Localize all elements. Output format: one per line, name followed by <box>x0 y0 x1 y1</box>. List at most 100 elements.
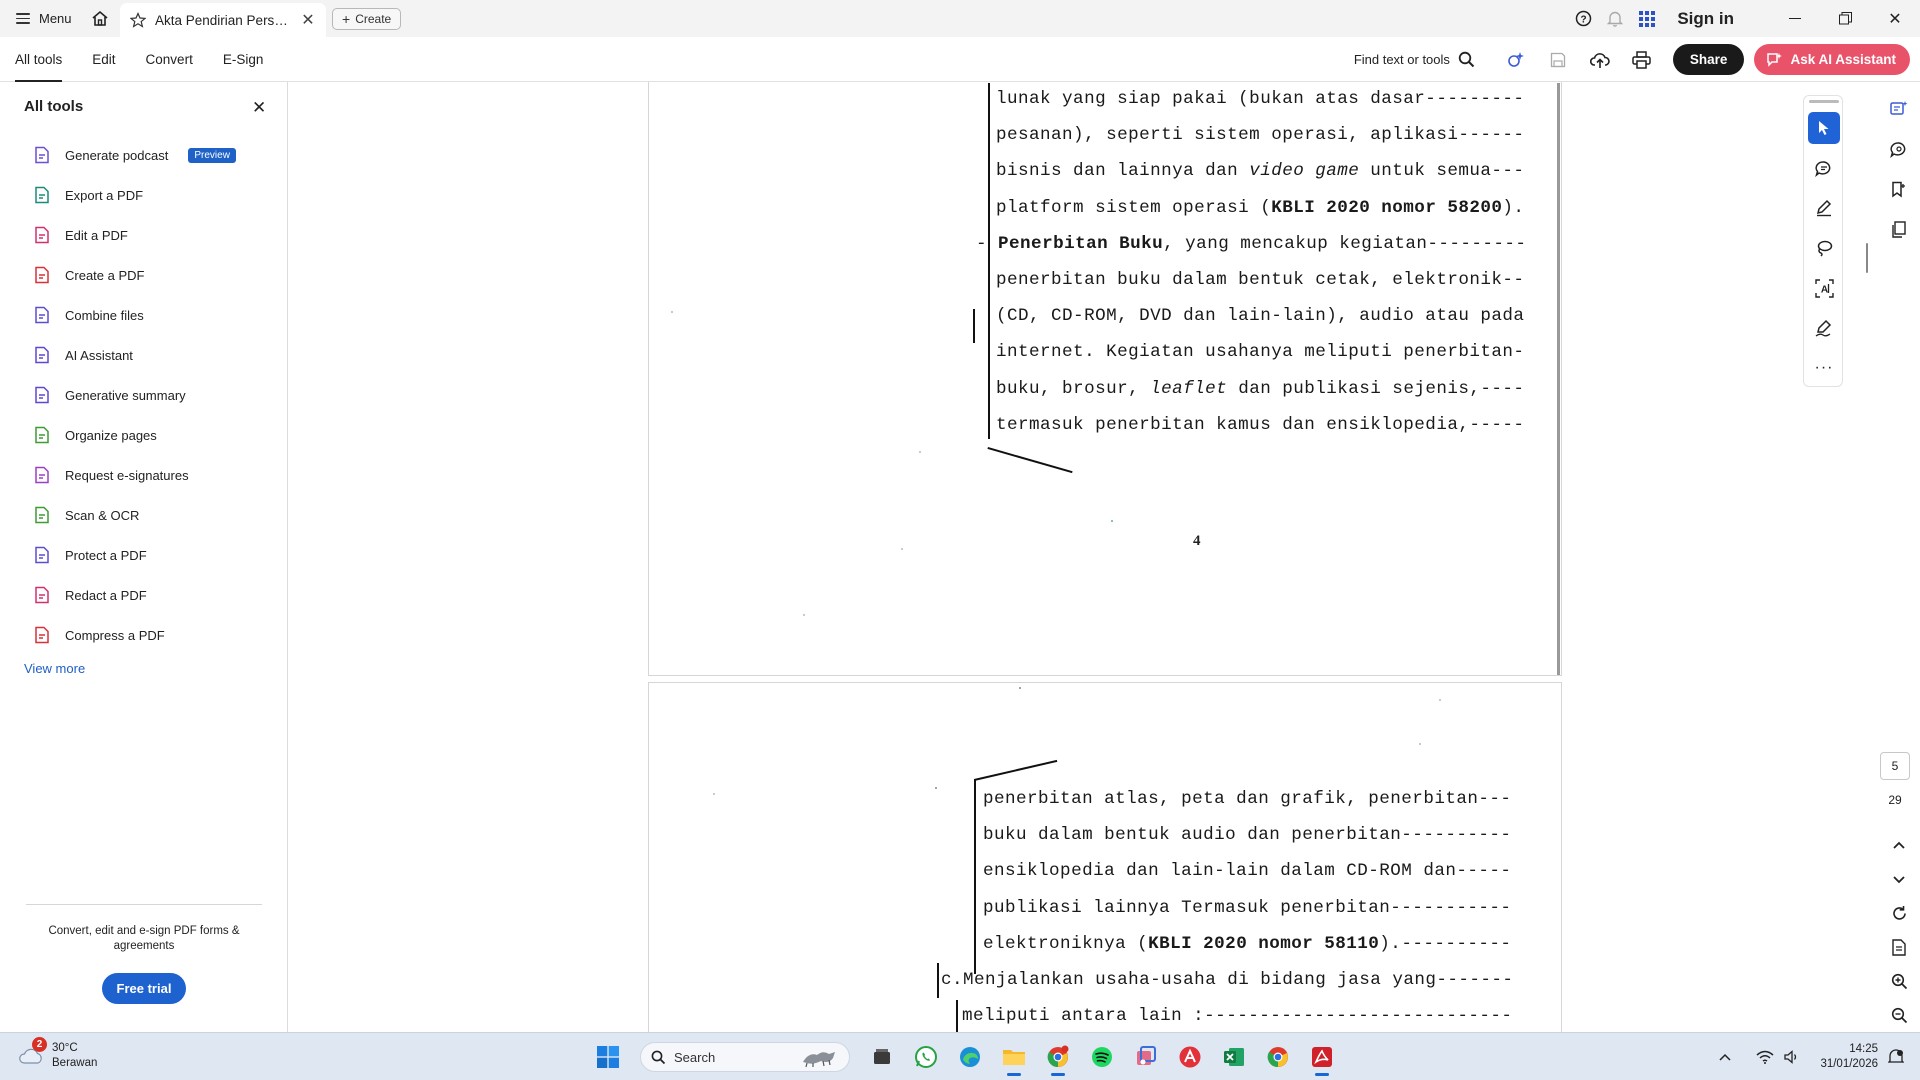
text-recognition-button[interactable]: A <box>1808 272 1840 304</box>
tool-item-export-pdf[interactable]: Export a PDF <box>0 175 288 215</box>
speaker-icon[interactable] <box>1784 1050 1800 1064</box>
chevron-up-icon[interactable] <box>1718 1053 1732 1062</box>
draw-tool-button[interactable] <box>1808 232 1840 264</box>
taskbar-excel[interactable] <box>1216 1037 1252 1077</box>
ai-tools-button[interactable] <box>1495 37 1537 82</box>
ai-chat-icon <box>1890 101 1908 115</box>
zoom-out-icon <box>1891 1007 1907 1023</box>
notification-center-icon[interactable] <box>1888 1049 1904 1065</box>
scan-ocr-icon <box>35 506 49 524</box>
scrollbar-thumb[interactable] <box>1866 243 1868 273</box>
sign-in-link[interactable]: Sign in <box>1677 9 1734 29</box>
tool-item-edit-pdf[interactable]: Edit a PDF <box>0 215 288 255</box>
taskbar-chrome[interactable] <box>1040 1037 1076 1077</box>
taskbar-snipping-tool[interactable] <box>1128 1037 1164 1077</box>
scan-margin-tick <box>937 963 939 998</box>
page-fit-button[interactable] <box>1886 934 1912 960</box>
current-page-input[interactable]: 5 <box>1880 752 1910 780</box>
more-tools-button[interactable]: ··· <box>1808 352 1840 384</box>
taskbar-search[interactable]: Search <box>640 1042 850 1072</box>
home-button[interactable] <box>80 0 120 37</box>
create-button[interactable]: + Create <box>332 8 402 30</box>
tool-item-podcast[interactable]: Generate podcast Preview <box>0 135 288 175</box>
save-button[interactable] <box>1537 37 1579 82</box>
print-icon <box>1632 50 1652 69</box>
rotate-button[interactable] <box>1886 900 1912 926</box>
taskbar-spotify[interactable] <box>1084 1037 1120 1077</box>
free-trial-button[interactable]: Free trial <box>102 973 186 1004</box>
tool-item-summary[interactable]: Generative summary <box>0 375 288 415</box>
upload-cloud-button[interactable] <box>1579 37 1621 82</box>
notifications-button[interactable] <box>1599 0 1631 37</box>
tool-item-compress-pdf[interactable]: Compress a PDF <box>0 615 288 655</box>
pages-panel-button[interactable] <box>1886 216 1912 242</box>
tool-item-ai-assistant[interactable]: AI Assistant <box>0 335 288 375</box>
weather-widget[interactable]: 2 30°C Berawan <box>18 1037 98 1071</box>
ai-button-label: Ask AI Assistant <box>1790 52 1896 67</box>
tab-convert[interactable]: Convert <box>131 37 208 82</box>
bookmarks-panel-button[interactable] <box>1886 176 1912 202</box>
tool-item-redact-pdf[interactable]: Redact a PDF <box>0 575 288 615</box>
tool-item-protect-pdf[interactable]: Protect a PDF <box>0 535 288 575</box>
star-icon[interactable] <box>130 12 146 28</box>
document-viewer[interactable]: lunak yang siap pakai (bukan atas dasar-… <box>289 82 1804 1032</box>
add-comment-button[interactable] <box>1808 152 1840 184</box>
weather-description: Berawan <box>52 1057 98 1069</box>
tool-item-organize-pages[interactable]: Organize pages <box>0 415 288 455</box>
tab-e-sign[interactable]: E-Sign <box>208 37 279 82</box>
taskbar-file-viewer[interactable] <box>864 1037 900 1077</box>
scan-dust <box>713 793 715 795</box>
document-text-line: (CD, CD-ROM, DVD dan lain-lain), audio a… <box>996 306 1525 327</box>
print-button[interactable] <box>1621 37 1663 82</box>
ai-chat-panel-button[interactable] <box>1886 96 1912 122</box>
tools-list: Generate podcast Preview Export a PDF Edit … <box>0 135 288 655</box>
restore-button[interactable] <box>1820 0 1870 37</box>
page-up-button[interactable] <box>1886 832 1912 858</box>
tool-item-create-pdf[interactable]: Create a PDF <box>0 255 288 295</box>
wifi-icon[interactable] <box>1756 1050 1774 1064</box>
compress-pdf-icon <box>35 626 49 644</box>
share-button[interactable]: Share <box>1672 44 1745 75</box>
view-more-link[interactable]: View more <box>24 661 85 676</box>
highlight-tool-button[interactable] <box>1808 192 1840 224</box>
document-text-line: termasuk penerbitan kamus dan ensikloped… <box>996 414 1525 435</box>
taskbar-edge[interactable] <box>952 1037 988 1077</box>
taskbar-whatsapp[interactable] <box>908 1037 944 1077</box>
esign-icon <box>35 466 49 484</box>
folder-icon <box>1003 1050 1025 1065</box>
tool-item-scan-ocr[interactable]: Scan & OCR <box>0 495 288 535</box>
comments-panel-button[interactable] <box>1886 136 1912 162</box>
close-window-button[interactable]: ✕ <box>1870 0 1920 37</box>
close-panel-icon[interactable]: ✕ <box>252 98 266 118</box>
select-tool-button[interactable] <box>1808 112 1840 144</box>
find-text-button[interactable]: Find text or tools <box>1354 51 1475 68</box>
taskbar-acrobat-reader[interactable] <box>1304 1037 1340 1077</box>
tool-item-esign[interactable]: Request e-signatures <box>0 455 288 495</box>
quickbar-handle[interactable] <box>1809 100 1839 103</box>
taskbar-file-explorer[interactable] <box>996 1037 1032 1077</box>
combine-files-icon <box>35 306 49 324</box>
document-tab[interactable]: Akta Pendirian Perseroa... ✕ <box>120 3 326 37</box>
cursor-arrow-icon <box>1819 121 1829 135</box>
apps-button[interactable] <box>1631 0 1663 37</box>
tab-all-tools[interactable]: All tools <box>0 37 77 82</box>
tool-item-label: Compress a PDF <box>65 627 165 643</box>
system-clock[interactable]: 14:25 31/01/2026 <box>1820 1042 1878 1072</box>
zoom-out-button[interactable] <box>1886 1002 1912 1028</box>
apps-grid-icon <box>1639 10 1656 27</box>
tool-item-combine-files[interactable]: Combine files <box>0 295 288 335</box>
ask-ai-assistant-button[interactable]: Ask AI Assistant <box>1754 44 1910 75</box>
whatsapp-icon <box>915 1046 937 1068</box>
scan-dust <box>919 451 921 453</box>
close-tab-icon[interactable]: ✕ <box>300 10 316 30</box>
help-button[interactable]: ? <box>1567 0 1599 37</box>
tab-edit[interactable]: Edit <box>77 37 130 82</box>
sign-tool-button[interactable] <box>1808 312 1840 344</box>
page-down-button[interactable] <box>1886 866 1912 892</box>
zoom-in-button[interactable] <box>1886 968 1912 994</box>
taskbar-chrome-profile[interactable] <box>1260 1037 1296 1077</box>
minimize-button[interactable] <box>1770 0 1820 37</box>
taskbar-acrobat[interactable] <box>1172 1037 1208 1077</box>
start-button[interactable] <box>590 1037 626 1077</box>
menu-button[interactable]: Menu <box>0 0 88 37</box>
